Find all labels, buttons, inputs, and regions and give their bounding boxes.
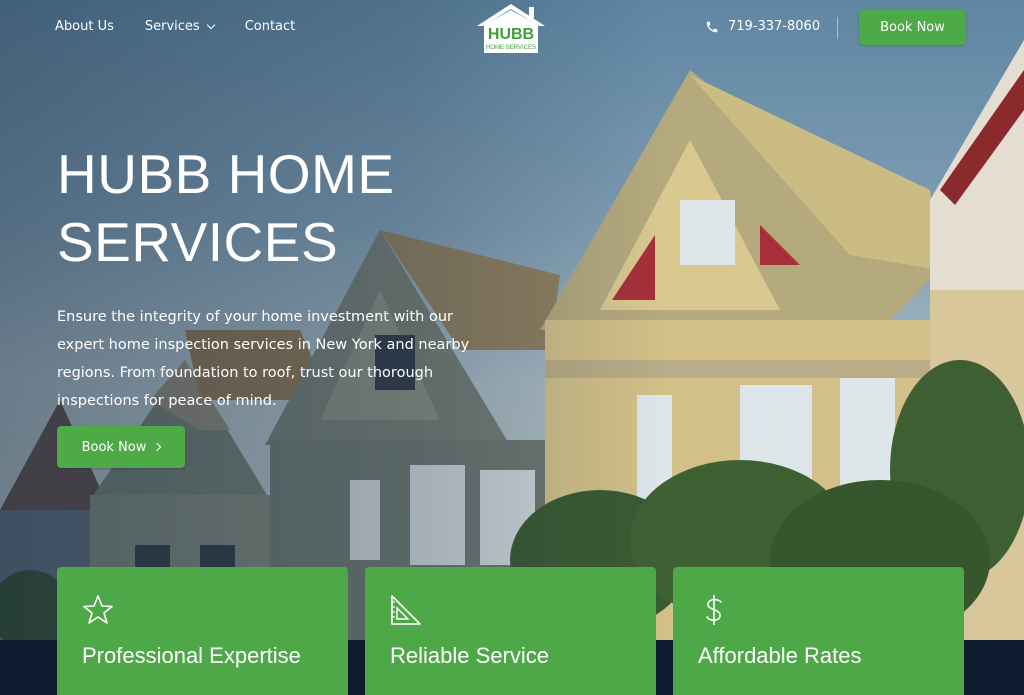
chevron-right-icon xyxy=(153,442,162,452)
nav-about-link[interactable]: About Us xyxy=(55,19,114,34)
feature-label: Professional Expertise xyxy=(82,643,301,668)
chevron-down-icon xyxy=(206,20,215,29)
dollar-icon xyxy=(706,595,722,625)
header-book-now-button[interactable]: Book Now xyxy=(859,10,966,45)
logo-name: HUBB xyxy=(488,26,534,43)
set-square-icon xyxy=(391,595,421,625)
hero-title-line2: SERVICES xyxy=(57,211,339,273)
nav-contact-link[interactable]: Contact xyxy=(245,19,296,34)
feature-card-affordable-rates: Affordable Rates xyxy=(673,567,964,695)
hero-title-line1: HUBB HOME xyxy=(57,143,395,205)
nav-about-label: About Us xyxy=(55,19,114,34)
feature-card-reliable-service: Reliable Service xyxy=(365,567,656,695)
feature-card-professional-expertise: Professional Expertise xyxy=(57,567,348,695)
nav-services-label: Services xyxy=(144,19,200,34)
feature-label: Reliable Service xyxy=(390,643,549,668)
feature-label: Affordable Rates xyxy=(698,643,862,668)
phone-icon xyxy=(706,21,718,32)
site-logo[interactable]: HUBB HOME SERVICES xyxy=(477,4,545,54)
hero-book-now-label: Book Now xyxy=(81,439,147,455)
hero-title: HUBB HOME SERVICES xyxy=(57,140,477,276)
star-icon xyxy=(83,595,113,624)
hero-description: Ensure the integrity of your home invest… xyxy=(57,309,470,409)
header-book-now-label: Book Now xyxy=(880,20,945,35)
phone-link[interactable]: 719-337-8060 xyxy=(705,19,820,34)
logo-tagline: HOME SERVICES xyxy=(486,45,536,51)
phone-number: 719-337-8060 xyxy=(728,19,821,34)
main-nav: About Us Services Contact xyxy=(55,19,295,34)
nav-services-dropdown[interactable]: Services xyxy=(144,19,215,34)
hero-book-now-button[interactable]: Book Now xyxy=(57,426,185,468)
nav-contact-label: Contact xyxy=(244,19,296,34)
header-divider xyxy=(837,17,838,39)
